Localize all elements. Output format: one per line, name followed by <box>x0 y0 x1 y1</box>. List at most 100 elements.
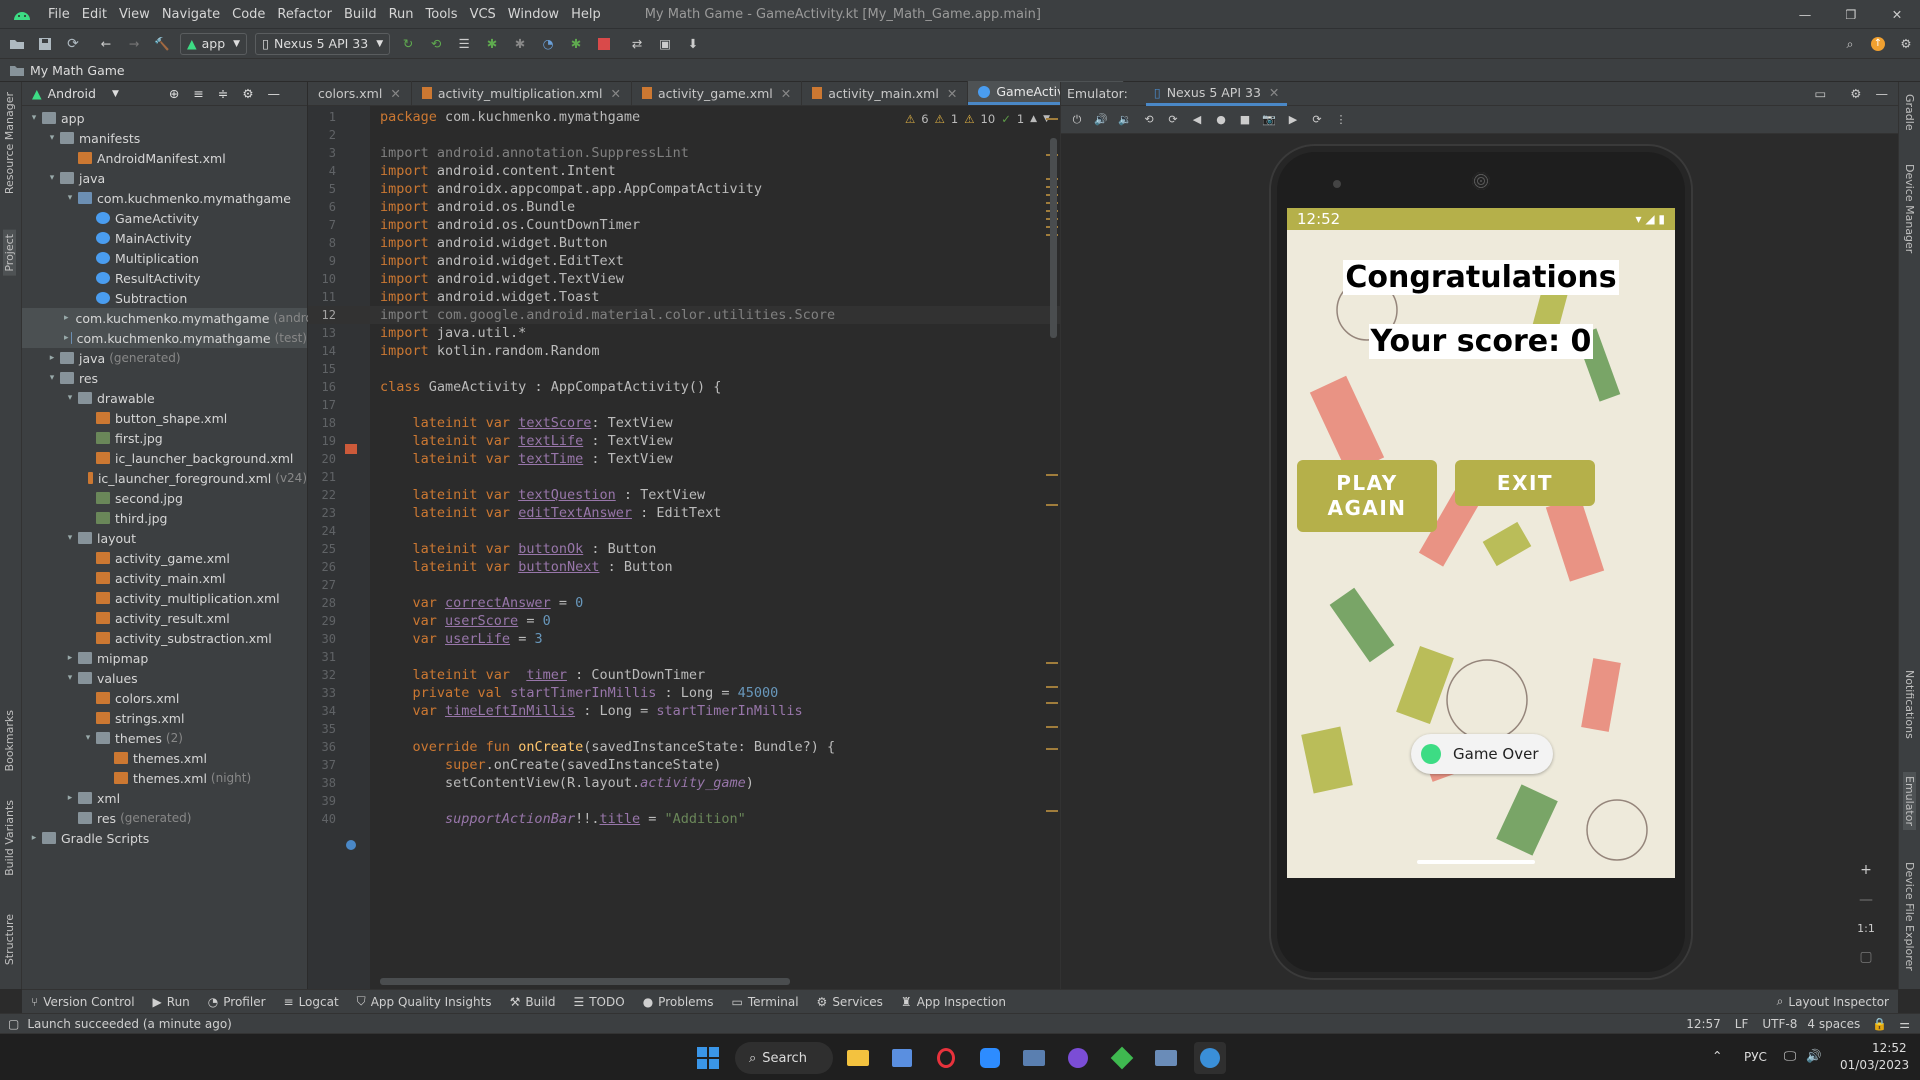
save-all-button[interactable] <box>32 32 58 56</box>
line-separator[interactable]: LF <box>1735 1017 1749 1031</box>
inspection-widget[interactable]: ⚠6 ⚠1 ⚠10 ✓1 ▲ ▼ <box>904 112 1050 126</box>
tree-item[interactable]: ResultActivity <box>22 268 307 288</box>
breadcrumb-project[interactable]: My Math Game <box>30 63 125 78</box>
menu-window[interactable]: Window <box>502 7 565 22</box>
taskbar-date[interactable]: 01/03/2023 <box>1840 1058 1909 1072</box>
tree-item[interactable]: themes.xml (night) <box>22 768 307 788</box>
taskbar-gallery[interactable] <box>1150 1042 1182 1074</box>
status-message[interactable]: Launch succeeded (a minute ago) <box>27 1017 232 1031</box>
taskbar-zoom[interactable] <box>974 1042 1006 1074</box>
tree-item[interactable]: Multiplication <box>22 248 307 268</box>
menu-help[interactable]: Help <box>565 7 607 22</box>
tab-activity-main[interactable]: activity_main.xml ✕ <box>802 81 969 105</box>
emulator-tab[interactable]: Emulator <box>1903 772 1916 830</box>
structure-tab[interactable]: Structure <box>3 914 16 965</box>
search-everywhere-button[interactable]: ⌕ <box>1837 32 1863 56</box>
device-mirror-button[interactable]: ⇄ <box>624 32 650 56</box>
gear-icon[interactable]: ⚙ <box>1850 86 1861 101</box>
tree-item[interactable]: GameActivity <box>22 208 307 228</box>
menu-vcs[interactable]: VCS <box>464 7 502 22</box>
chevron-down-icon[interactable]: ▾ <box>82 733 94 743</box>
tree-item[interactable]: ic_launcher_foreground.xml (v24) <box>22 468 307 488</box>
tree-item[interactable]: ▸ com.kuchmenko.mymathgame (andro <box>22 308 313 328</box>
device-manager-tab[interactable]: Device Manager <box>1903 164 1916 253</box>
tree-item[interactable]: MainActivity <box>22 228 307 248</box>
tree-item[interactable]: res (generated) <box>22 808 307 828</box>
menu-view[interactable]: View <box>113 7 156 22</box>
settings-button[interactable]: ⚙ <box>1893 32 1919 56</box>
tab-activity-multiplication[interactable]: activity_multiplication.xml ✕ <box>412 81 632 105</box>
tree-item[interactable]: activity_game.xml <box>22 548 307 568</box>
profile-button[interactable]: ◔ <box>535 32 561 56</box>
tree-item[interactable]: ▸ com.kuchmenko.mymathgame (test) <box>22 328 307 348</box>
taskbar-explorer[interactable] <box>842 1042 874 1074</box>
tree-item[interactable]: colors.xml <box>22 688 307 708</box>
close-button[interactable]: ✕ <box>1874 0 1920 28</box>
tree-item[interactable]: ▸ xml <box>22 788 307 808</box>
attach-debugger-button[interactable]: ✱ <box>507 32 533 56</box>
tray-chevron-up-icon[interactable]: ⌃ <box>1712 1048 1722 1063</box>
stop-button[interactable] <box>591 32 617 56</box>
layout-inspector-tab[interactable]: ⌕ Layout Inspector <box>1768 994 1898 1009</box>
tree-item[interactable]: second.jpg <box>22 488 307 508</box>
tab-colors-xml[interactable]: colors.xml ✕ <box>308 81 412 105</box>
chevron-right-icon[interactable]: ▸ <box>64 313 69 323</box>
tree-item[interactable]: ▾ values <box>22 668 307 688</box>
close-icon[interactable]: ✕ <box>781 86 791 101</box>
bookmarks-tab[interactable]: Bookmarks <box>3 710 16 771</box>
chevron-down-icon[interactable]: ▾ <box>64 393 76 403</box>
phone-screen[interactable]: 12:52 ▾ ◢ ▮ Congratulations Your score: … <box>1287 208 1675 878</box>
menu-navigate[interactable]: Navigate <box>156 7 226 22</box>
device-file-explorer-tab[interactable]: Device File Explorer <box>1903 862 1916 971</box>
restore-button[interactable]: ❐ <box>1828 0 1874 28</box>
tab-activity-game[interactable]: activity_game.xml ✕ <box>632 81 803 105</box>
tree-item[interactable]: Subtraction <box>22 288 307 308</box>
chevron-right-icon[interactable]: ▸ <box>64 653 76 663</box>
sync-button[interactable]: ⟳ <box>60 32 86 56</box>
indent-setting[interactable]: 4 spaces <box>1807 1017 1860 1031</box>
coverage-button[interactable]: ✱ <box>563 32 589 56</box>
chevron-down-icon[interactable]: ▾ <box>64 193 76 203</box>
tree-item[interactable]: themes.xml <box>22 748 307 768</box>
chevron-down-icon[interactable]: ▾ <box>46 373 58 383</box>
apply-code-button[interactable]: ☰ <box>451 32 477 56</box>
tree-item[interactable]: ▾ com.kuchmenko.mymathgame <box>22 188 307 208</box>
tree-item[interactable]: ▾ java <box>22 168 307 188</box>
snapshot-button[interactable]: ⟳ <box>1307 110 1327 130</box>
avd-manager-button[interactable]: ▣ <box>652 32 678 56</box>
make-button[interactable]: 🔨 <box>149 32 175 56</box>
tree-item[interactable]: ▾ layout <box>22 528 307 548</box>
close-icon[interactable]: ✕ <box>390 86 400 101</box>
tree-item[interactable]: activity_main.xml <box>22 568 307 588</box>
tree-item[interactable]: ▾ drawable <box>22 388 307 408</box>
notifications-tab[interactable]: Notifications <box>1903 670 1916 739</box>
zoom-actual-size[interactable]: 1:1 <box>1857 922 1875 935</box>
app-inspection-tab[interactable]: ♜ App Inspection <box>892 995 1015 1009</box>
problems-tab[interactable]: ● Problems <box>634 995 723 1009</box>
tab-emulator-device[interactable]: ▯ Nexus 5 API 33 ✕ <box>1145 82 1288 106</box>
restore-icon[interactable]: ▭ <box>1814 86 1826 101</box>
run-tab[interactable]: ▶ Run <box>144 995 199 1009</box>
project-tab[interactable]: Project <box>3 230 16 276</box>
taskbar-github[interactable] <box>1062 1042 1094 1074</box>
chevron-right-icon[interactable]: ▸ <box>46 353 58 363</box>
collapse-all-icon[interactable]: ≑ <box>218 86 228 101</box>
chevron-down-icon[interactable]: ▾ <box>46 133 58 143</box>
logcat-tab[interactable]: ≡ Logcat <box>275 995 348 1009</box>
build-tab[interactable]: ⚒ Build <box>501 995 565 1009</box>
tree-item[interactable]: strings.xml <box>22 708 307 728</box>
rerun-button[interactable]: ↻ <box>395 32 421 56</box>
menu-refactor[interactable]: Refactor <box>271 7 338 22</box>
minimize-button[interactable]: — <box>1782 0 1828 28</box>
run-config-select[interactable]: ▲ app ▼ <box>180 32 248 55</box>
device-select[interactable]: ▯ Nexus 5 API 33 ▼ <box>255 32 391 55</box>
taskbar-time[interactable]: 12:52 <box>1872 1041 1907 1055</box>
rotate-left-button[interactable]: ⟲ <box>1139 110 1159 130</box>
chevron-right-icon[interactable]: ▸ <box>64 333 69 343</box>
chevron-right-icon[interactable]: ▸ <box>64 793 76 803</box>
chevron-right-icon[interactable]: ▸ <box>28 833 40 843</box>
tree-item[interactable]: button_shape.xml <box>22 408 307 428</box>
start-button[interactable] <box>692 1042 724 1074</box>
more-button[interactable]: ⋮ <box>1331 110 1351 130</box>
resource-manager-tab[interactable]: Resource Manager <box>3 92 16 194</box>
